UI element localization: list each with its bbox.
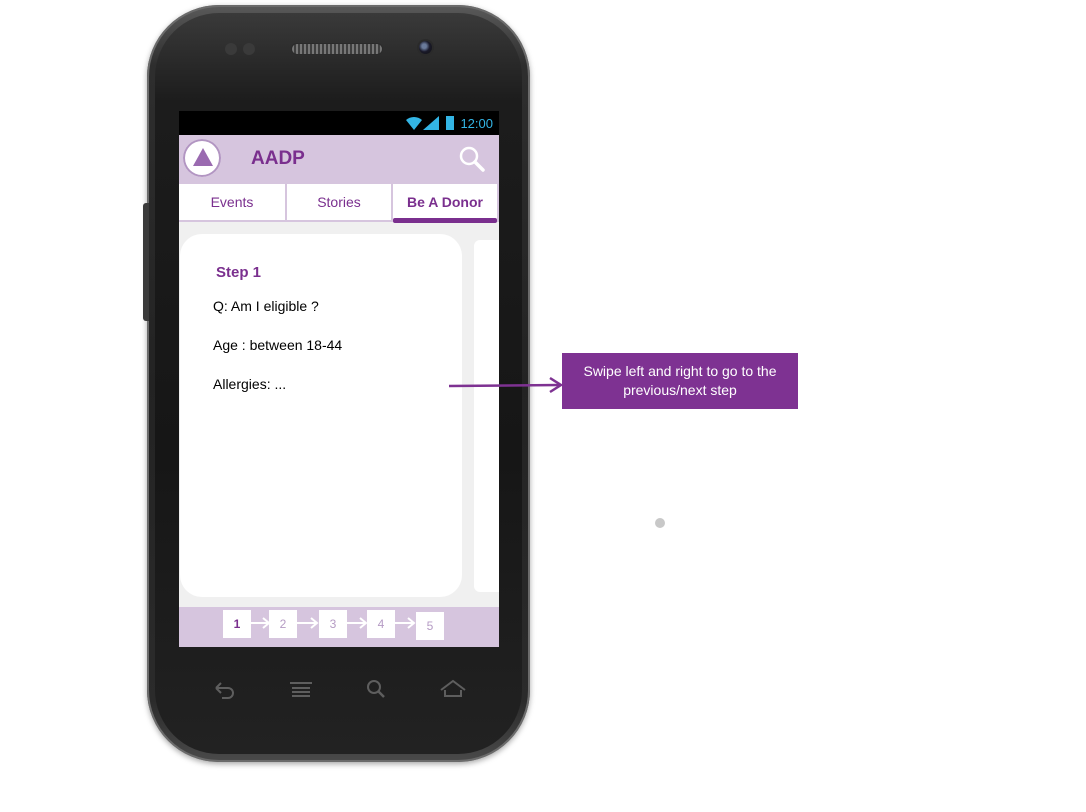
status-bar: 12:00 (179, 111, 499, 135)
step-2[interactable]: 2 (269, 610, 297, 638)
allergies-requirement: Allergies: ... (213, 376, 287, 392)
decorative-dot (655, 518, 665, 528)
age-requirement: Age : between 18-44 (213, 337, 343, 353)
step-1[interactable]: 1 (223, 610, 251, 638)
proximity-sensor (225, 43, 237, 55)
tab-bar: Events Stories Be A Donor (179, 182, 499, 223)
phone-side-button (143, 203, 149, 321)
tab-stories[interactable]: Stories (287, 184, 391, 220)
battery-icon (446, 116, 454, 130)
search-icon[interactable] (361, 678, 391, 706)
app-bar: AADP (179, 135, 499, 182)
back-icon[interactable] (209, 678, 239, 706)
wifi-icon (405, 114, 423, 135)
app-title: AADP (251, 148, 305, 169)
swipe-hint-callout: Swipe left and right to go to the previo… (562, 353, 798, 409)
earpiece-speaker (292, 44, 382, 54)
step-title: Step 1 (216, 264, 262, 281)
arrow-right-icon (346, 617, 368, 629)
step-5[interactable]: 5 (416, 612, 444, 640)
step-indicator: 1 2 3 4 5 (179, 607, 499, 647)
tab-be-a-donor[interactable]: Be A Donor (393, 184, 497, 223)
status-time: 12:00 (460, 116, 493, 131)
home-icon[interactable] (438, 678, 468, 706)
light-sensor (243, 43, 255, 55)
arrow-right-icon (394, 617, 416, 629)
tab-events[interactable]: Events (179, 184, 285, 220)
arrow-right-icon (249, 617, 271, 629)
step-3[interactable]: 3 (319, 610, 347, 638)
next-step-card-peek[interactable] (474, 240, 499, 592)
eligibility-question: Q: Am I eligible ? (213, 298, 319, 314)
app-logo (183, 139, 221, 177)
step-card[interactable]: Step 1 Q: Am I eligible ? Age : between … (180, 234, 462, 597)
search-icon[interactable] (459, 146, 485, 172)
menu-icon[interactable] (286, 678, 316, 706)
callout-arrow (449, 376, 564, 394)
front-camera (419, 41, 432, 54)
arrow-right-icon (297, 617, 319, 629)
signal-icon (423, 116, 439, 133)
step-4[interactable]: 4 (367, 610, 395, 638)
